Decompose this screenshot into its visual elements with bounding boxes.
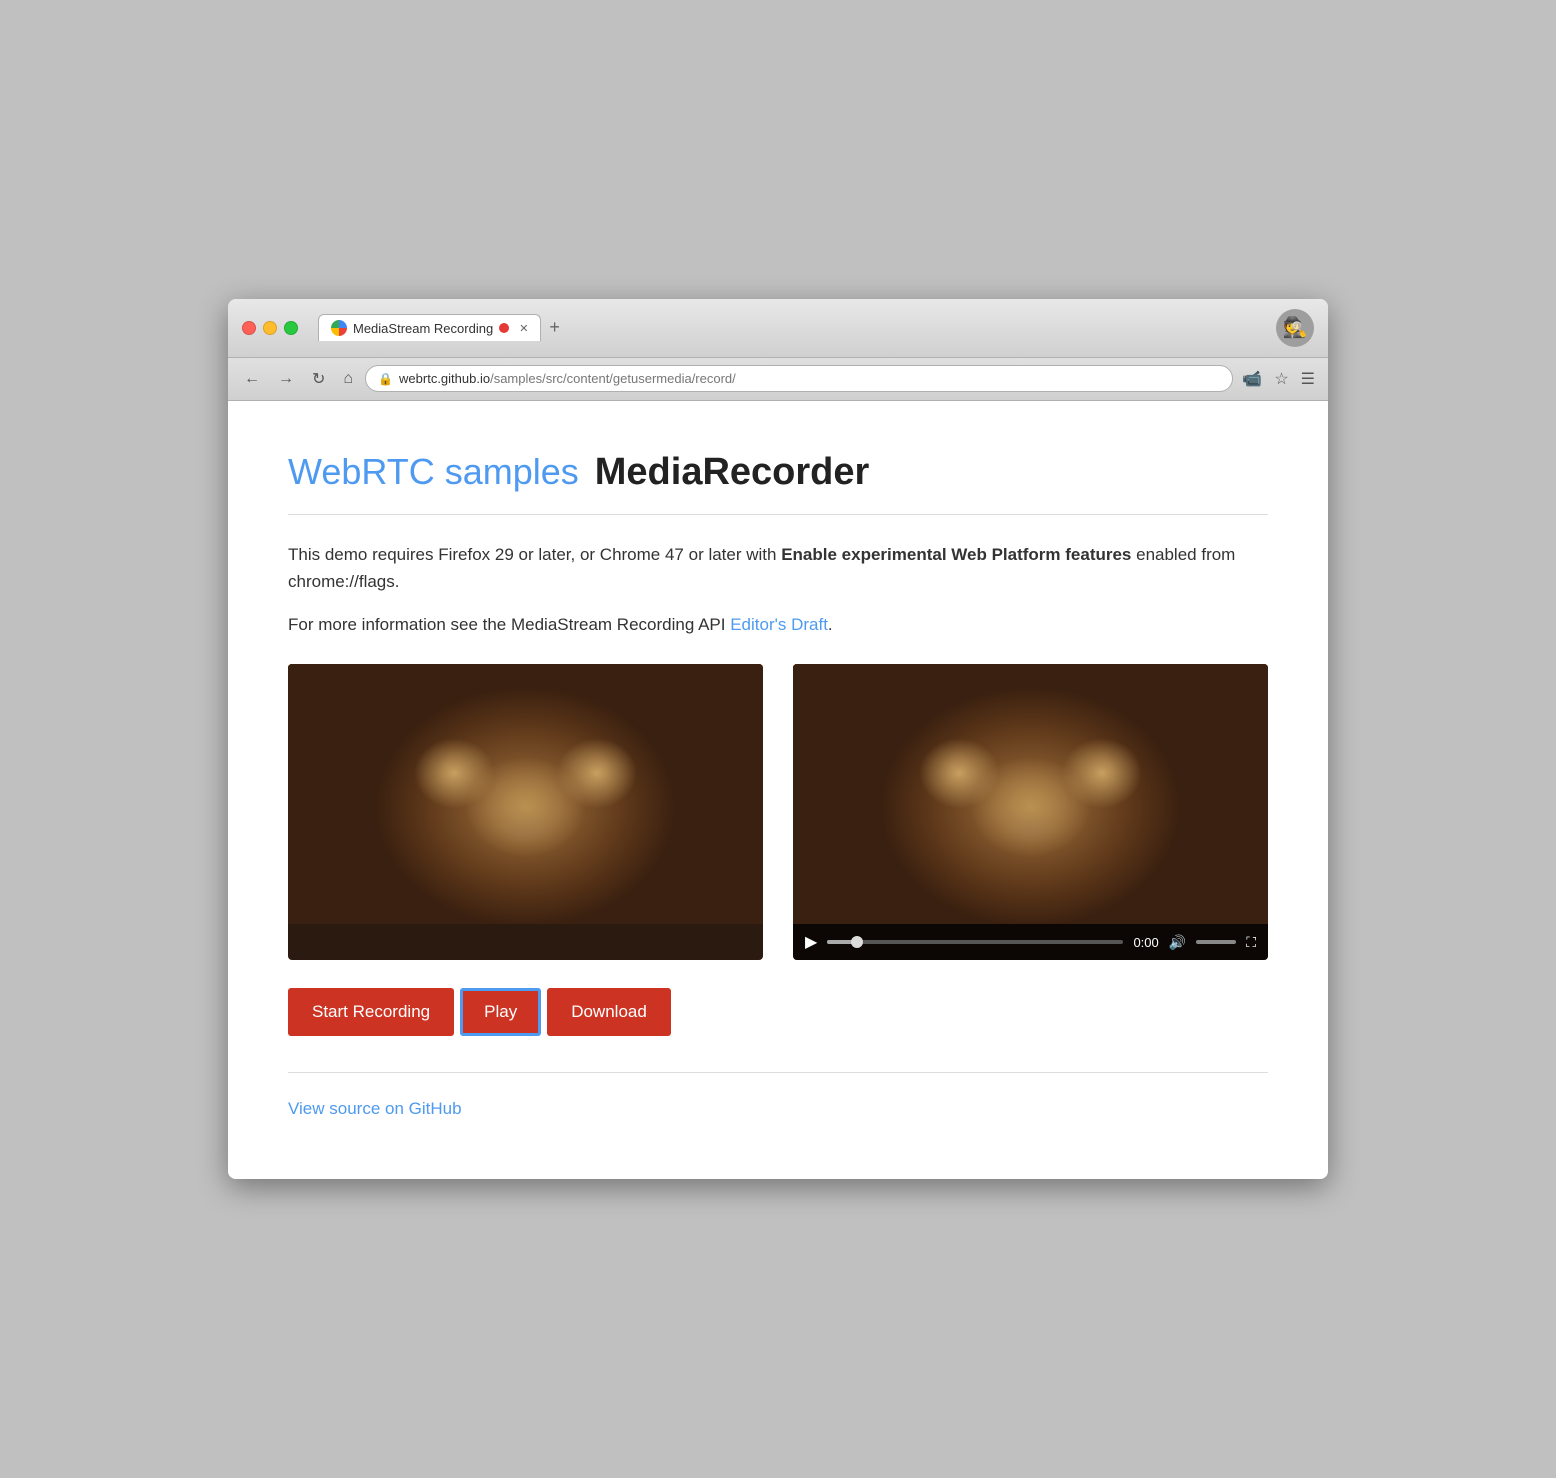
description-text: This demo requires Firefox 29 or later, … [288, 541, 1268, 595]
page-content: WebRTC samples MediaRecorder This demo r… [228, 401, 1328, 1180]
recording-dot-icon [499, 323, 509, 333]
camera-icon[interactable]: 📹 [1239, 366, 1265, 392]
button-row: Start Recording Play Download [288, 988, 1268, 1036]
refresh-button[interactable]: ↻ [306, 365, 331, 393]
maximize-button[interactable] [284, 321, 298, 335]
page-header: WebRTC samples MediaRecorder [288, 451, 1268, 494]
volume-slider[interactable] [1196, 940, 1236, 944]
window-controls [242, 321, 298, 335]
header-divider [288, 514, 1268, 515]
recorded-video-container: ▶ 0:00 🔊 ⛶ [793, 664, 1268, 960]
minimize-button[interactable] [263, 321, 277, 335]
video-controls: ▶ 0:00 🔊 ⛶ [793, 924, 1268, 960]
video-play-icon[interactable]: ▶ [805, 932, 817, 952]
video-time: 0:00 [1133, 935, 1158, 950]
recorded-cat-frame [793, 664, 1268, 924]
page-title: MediaRecorder [595, 451, 870, 494]
url-domain: webrtc.github.io [399, 371, 490, 386]
user-avatar: 🕵️ [1276, 309, 1314, 347]
active-tab[interactable]: MediaStream Recording ✕ [318, 314, 541, 341]
title-bar: MediaStream Recording ✕ + 🕵️ [228, 299, 1328, 358]
progress-thumb [851, 936, 863, 948]
new-tab-button[interactable]: + [541, 317, 568, 338]
browser-window: MediaStream Recording ✕ + 🕵️ ← → ↻ ⌂ 🔒 w… [228, 299, 1328, 1180]
address-bar[interactable]: 🔒 webrtc.github.io/samples/src/content/g… [365, 365, 1233, 392]
menu-icon[interactable]: ☰ [1298, 366, 1318, 392]
url-display: webrtc.github.io/samples/src/content/get… [399, 371, 1220, 386]
back-button[interactable]: ← [238, 366, 266, 392]
nav-extra-icons: 📹 ☆ ☰ [1239, 366, 1318, 392]
github-link[interactable]: View source on GitHub [288, 1099, 462, 1118]
video-progress-bar[interactable] [827, 940, 1123, 944]
tab-title: MediaStream Recording [353, 321, 493, 336]
editors-draft-link[interactable]: Editor's Draft [730, 615, 828, 634]
live-video [288, 664, 763, 924]
tab-bar: MediaStream Recording ✕ + [318, 314, 1266, 341]
nav-bar: ← → ↻ ⌂ 🔒 webrtc.github.io/samples/src/c… [228, 358, 1328, 401]
close-button[interactable] [242, 321, 256, 335]
cat-video-frame [288, 664, 763, 924]
bookmark-icon[interactable]: ☆ [1271, 366, 1291, 392]
forward-button[interactable]: → [272, 366, 300, 392]
play-button[interactable]: Play [460, 988, 541, 1036]
start-recording-button[interactable]: Start Recording [288, 988, 454, 1036]
video-section: ▶ 0:00 🔊 ⛶ [288, 664, 1268, 960]
footer-divider [288, 1072, 1268, 1073]
tab-favicon-icon [331, 320, 347, 336]
site-link[interactable]: WebRTC samples [288, 451, 579, 493]
tab-close-icon[interactable]: ✕ [519, 322, 528, 335]
fullscreen-icon[interactable]: ⛶ [1246, 934, 1256, 951]
volume-icon[interactable]: 🔊 [1169, 934, 1186, 951]
url-path: /samples/src/content/getusermedia/record… [490, 371, 736, 386]
ssl-icon: 🔒 [378, 372, 393, 386]
api-link-text: For more information see the MediaStream… [288, 611, 1268, 638]
live-video-container [288, 664, 763, 960]
home-button[interactable]: ⌂ [337, 366, 359, 392]
download-button[interactable]: Download [547, 988, 671, 1036]
recorded-video [793, 664, 1268, 924]
